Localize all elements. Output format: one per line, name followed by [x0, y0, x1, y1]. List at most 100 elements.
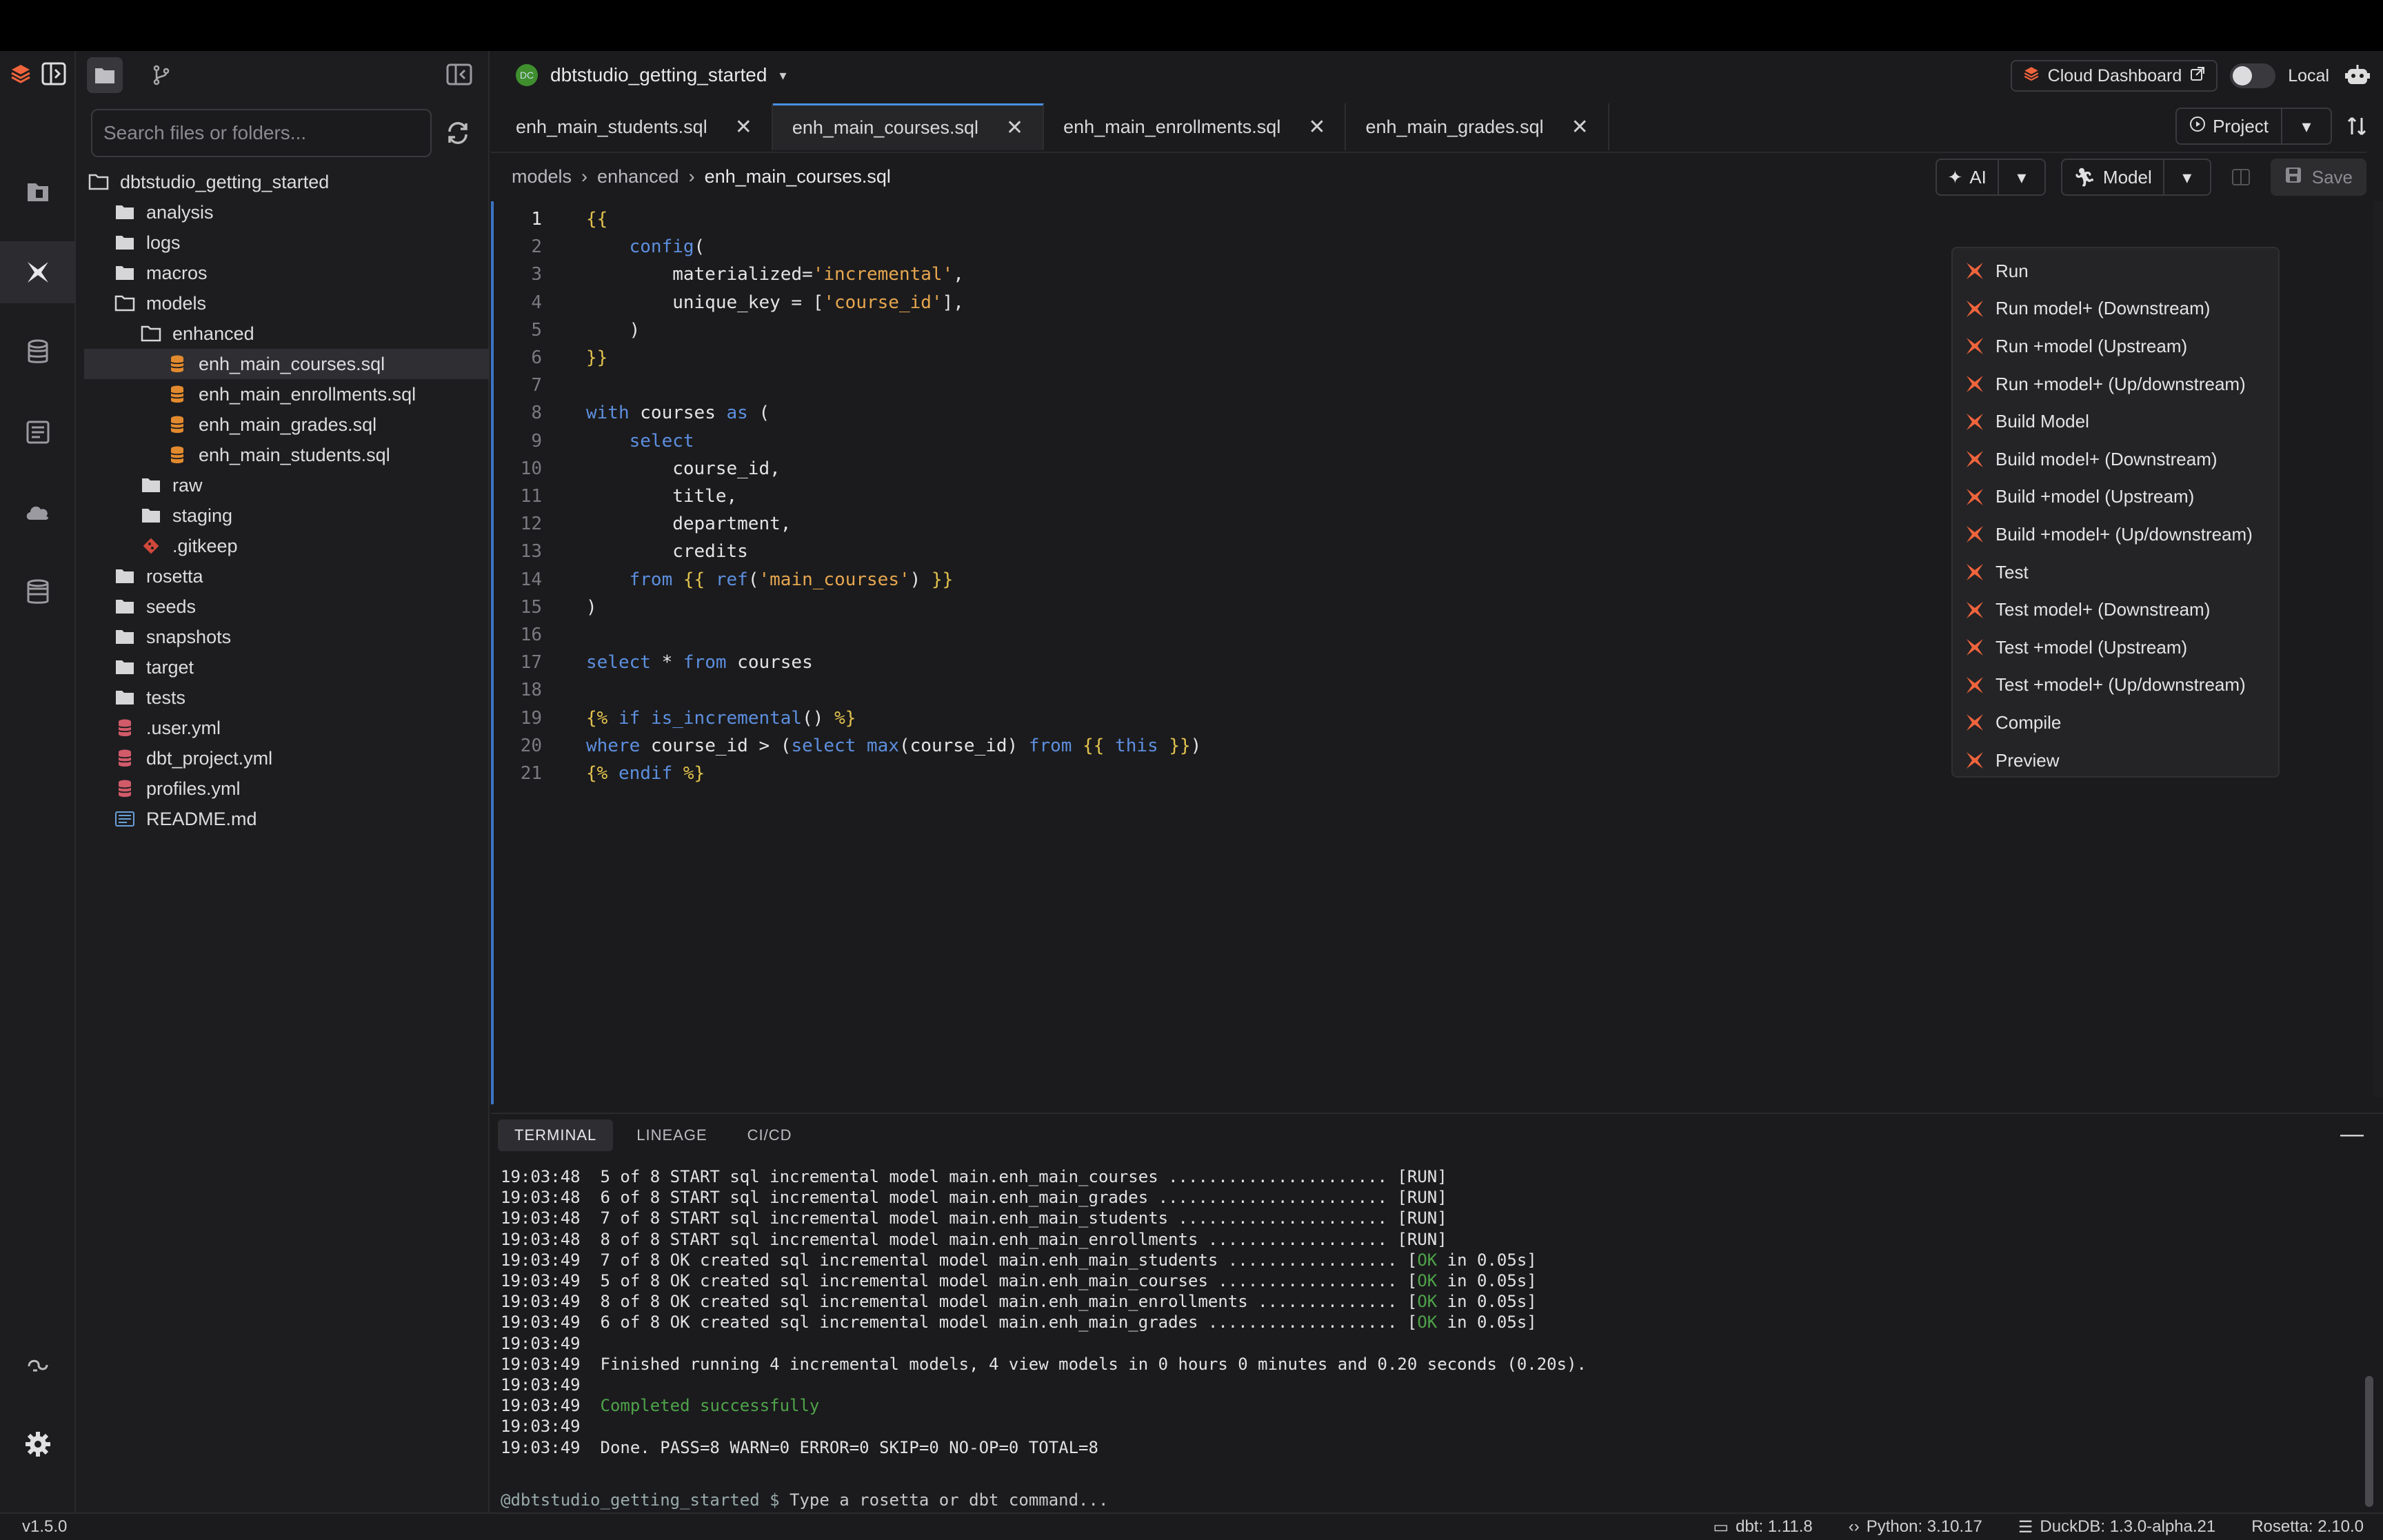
folder-icon	[114, 657, 135, 678]
database-nav-icon[interactable]	[0, 321, 76, 383]
tree-item[interactable]: macros	[76, 258, 490, 288]
save-button[interactable]: Save	[2270, 159, 2366, 196]
code-line[interactable]: 1 {{	[494, 205, 2286, 233]
tree-item[interactable]: rosetta	[76, 561, 490, 591]
tree-item[interactable]: analysis	[76, 197, 490, 227]
explorer-nav-icon[interactable]	[0, 161, 76, 223]
dbt-version: ▭ dbt: 1.11.8	[1713, 1517, 1812, 1537]
chevron-down-icon[interactable]: ▾	[1999, 167, 2044, 188]
tree-item[interactable]: staging	[76, 500, 490, 531]
editor-tab[interactable]: enh_main_enrollments.sql ✕	[1044, 103, 1347, 150]
file-search-input[interactable]: Search files or folders...	[91, 109, 432, 157]
ai-main[interactable]: ✦ AI	[1937, 160, 1999, 194]
tree-item-label: seeds	[146, 596, 197, 617]
tree-root[interactable]: dbtstudio_getting_started	[76, 167, 490, 197]
tree-item[interactable]: target	[76, 652, 490, 682]
model-menu-item[interactable]: Test model+ (Downstream)	[1953, 591, 2278, 629]
model-menu-item[interactable]: Build Model	[1953, 403, 2278, 440]
cloud-nav-icon[interactable]	[0, 481, 76, 543]
cloud-dashboard-button[interactable]: Cloud Dashboard	[2010, 60, 2218, 92]
ai-button[interactable]: ✦ AI ▾	[1935, 159, 2046, 196]
chevron-down-icon[interactable]: ▾	[779, 67, 786, 84]
split-view-icon[interactable]	[2226, 163, 2255, 192]
activity-top	[0, 51, 76, 99]
tree-item[interactable]: profiles.yml	[76, 773, 490, 804]
tree-item-label: rosetta	[146, 565, 203, 587]
collapse-sidebar-icon[interactable]	[445, 62, 473, 87]
model-menu-label: Test +model+ (Up/downstream)	[1995, 674, 2246, 696]
model-menu-item[interactable]: Test	[1953, 554, 2278, 591]
tree-item[interactable]: seeds	[76, 591, 490, 622]
plug-icon[interactable]	[0, 1333, 76, 1395]
model-menu-item[interactable]: Build model+ (Downstream)	[1953, 440, 2278, 478]
dbt-nav-icon[interactable]	[0, 241, 76, 303]
refresh-icon[interactable]	[441, 116, 474, 150]
code-text: department,	[586, 514, 792, 535]
line-number: 5	[531, 319, 542, 341]
chevron-down-icon[interactable]: ▾	[2164, 167, 2210, 188]
model-menu-item[interactable]: Preview	[1953, 742, 2278, 780]
storage-nav-icon[interactable]	[0, 561, 76, 623]
model-menu-item[interactable]: Run +model (Upstream)	[1953, 327, 2278, 365]
tree-item[interactable]: snapshots	[76, 622, 490, 652]
editor-tab[interactable]: enh_main_courses.sql ✕	[772, 103, 1045, 150]
tree-item[interactable]: enhanced	[76, 318, 490, 349]
editor-scrollbar[interactable]	[2373, 201, 2383, 1097]
tree-item[interactable]: models	[76, 288, 490, 318]
project-run-button[interactable]: Project ▾	[2175, 108, 2332, 145]
tree-item[interactable]: tests	[76, 682, 490, 713]
model-menu-item[interactable]: Compile	[1953, 704, 2278, 742]
line-number: 21	[520, 763, 542, 784]
toggle-panel-icon[interactable]	[41, 62, 66, 89]
minimize-icon[interactable]: —	[2340, 1121, 2364, 1148]
tree-item[interactable]: README.md	[76, 804, 490, 834]
line-number: 9	[531, 430, 542, 452]
database-file-icon	[167, 354, 188, 374]
tree-item[interactable]: .gitkeep	[76, 531, 490, 561]
tree-item[interactable]: raw	[76, 470, 490, 500]
tree-item[interactable]: enh_main_courses.sql	[84, 349, 490, 379]
terminal-scrollbar[interactable]	[2365, 1376, 2373, 1507]
settings-gear-icon[interactable]	[0, 1413, 76, 1475]
model-menu-item[interactable]: Run model+ (Downstream)	[1953, 290, 2278, 328]
terminal-tab[interactable]: LINEAGE	[620, 1119, 723, 1151]
line-number: 16	[520, 625, 542, 645]
robot-icon[interactable]	[2342, 60, 2373, 92]
tree-item[interactable]: .user.yml	[76, 713, 490, 743]
breadcrumb-item[interactable]: models	[512, 166, 572, 188]
docs-nav-icon[interactable]	[0, 401, 76, 463]
close-icon[interactable]: ✕	[1571, 115, 1589, 139]
terminal-tab[interactable]: CI/CD	[731, 1119, 809, 1151]
model-menu-item[interactable]: Test +model+ (Up/downstream)	[1953, 667, 2278, 705]
tree-item[interactable]: logs	[76, 227, 490, 258]
model-menu-item[interactable]: Test +model (Upstream)	[1953, 629, 2278, 667]
model-button[interactable]: 🏃︎ Model ▾	[2060, 159, 2211, 196]
model-menu-item[interactable]: Build +model (Upstream)	[1953, 478, 2278, 516]
editor-tab[interactable]: enh_main_students.sql ✕	[496, 103, 773, 150]
code-text: materialized='incremental',	[586, 264, 964, 285]
git-branch-icon[interactable]	[143, 57, 179, 93]
chevron-down-icon[interactable]: ▾	[2282, 116, 2331, 137]
tree-item[interactable]: enh_main_enrollments.sql	[76, 379, 490, 409]
model-menu-item[interactable]: Run	[1953, 252, 2278, 290]
close-icon[interactable]: ✕	[1006, 116, 1023, 140]
breadcrumb-item[interactable]: enhanced	[597, 166, 679, 188]
terminal-input[interactable]: @dbtstudio_getting_started $ Type a rose…	[501, 1490, 1108, 1510]
close-icon[interactable]: ✕	[735, 115, 752, 139]
tree-item[interactable]: enh_main_students.sql	[76, 440, 490, 470]
tree-item[interactable]: enh_main_grades.sql	[76, 409, 490, 440]
local-toggle[interactable]	[2230, 63, 2276, 88]
editor-tab[interactable]: enh_main_grades.sql ✕	[1346, 103, 1609, 150]
model-main[interactable]: 🏃︎ Model	[2062, 160, 2164, 194]
files-tab-icon[interactable]	[87, 57, 123, 93]
model-menu-item[interactable]: Run +model+ (Up/downstream)	[1953, 365, 2278, 403]
project-run-main[interactable]: Project	[2177, 109, 2282, 143]
code-text: {% if is_incremental() %}	[586, 707, 856, 729]
close-icon[interactable]: ✕	[1308, 115, 1325, 139]
compare-icon[interactable]	[2343, 115, 2371, 137]
python-version-label: Python: 3.10.17	[1866, 1517, 1982, 1536]
model-menu-item[interactable]: Build +model+ (Up/downstream)	[1953, 516, 2278, 554]
tree-item[interactable]: dbt_project.yml	[76, 743, 490, 773]
project-name[interactable]: dbtstudio_getting_started	[550, 64, 767, 86]
terminal-tab[interactable]: TERMINAL	[498, 1119, 614, 1151]
